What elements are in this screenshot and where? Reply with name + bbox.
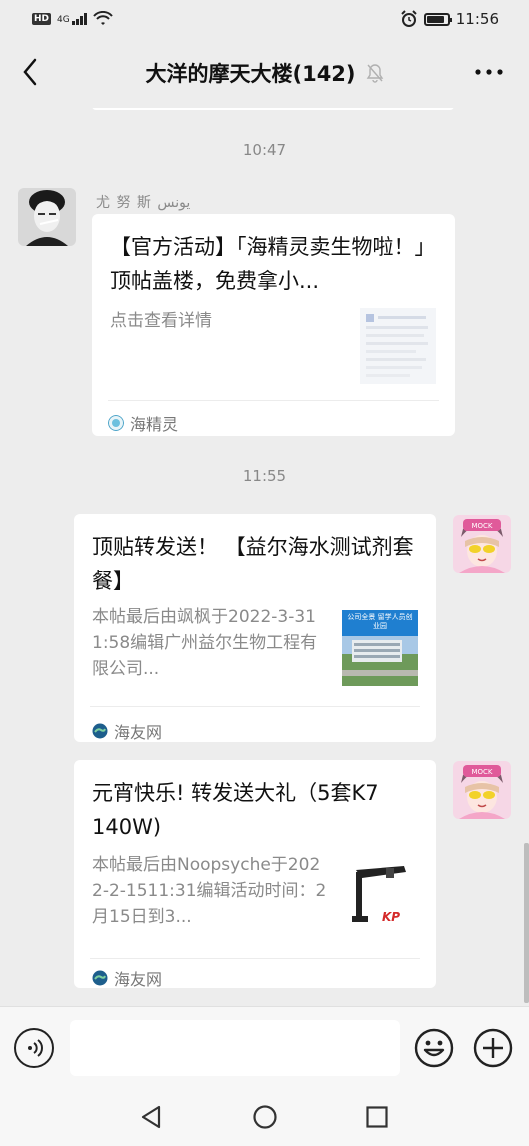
svg-text:MOCK: MOCK <box>471 768 492 776</box>
card-title: 元宵快乐! 转发送大礼（5套K7 140W) <box>92 781 379 839</box>
thumb-brand: KP <box>382 910 401 924</box>
status-bar: HD 4G 11:56 <box>0 0 529 38</box>
timestamp: 10:47 <box>242 141 287 159</box>
card-thumbnail: 公司全景 留学人员创业园 <box>342 610 418 686</box>
battery-icon <box>423 12 452 26</box>
back-button[interactable] <box>14 56 46 88</box>
thumb-caption: 公司全景 留学人员创业园 <box>347 613 413 630</box>
more-button[interactable] <box>471 58 507 86</box>
card-source-name: 海友网 <box>114 723 163 742</box>
card-divider <box>108 400 439 401</box>
wifi-icon <box>92 11 113 25</box>
system-nav-bar <box>0 1088 529 1146</box>
title-wrap: 大洋的摩天大楼(142) <box>145 58 383 88</box>
voice-button[interactable] <box>14 1028 54 1068</box>
avatar[interactable] <box>18 188 76 246</box>
card-source-name: 海友网 <box>114 970 163 989</box>
recent-apps-icon[interactable] <box>362 1102 392 1132</box>
scrollbar[interactable] <box>524 843 529 1003</box>
chat-header: 大洋的摩天大楼(142) <box>0 38 529 108</box>
chat-title: 大洋的摩天大楼(142) <box>145 62 356 86</box>
input-bar <box>0 1006 529 1088</box>
link-card[interactable]: 【官方活动】「海精灵卖生物啦！」顶帖盖楼，免费拿小... 点击查看详情 海精灵 <box>92 214 455 436</box>
timestamp: 11:55 <box>242 467 287 485</box>
globe-icon <box>92 970 108 986</box>
avatar[interactable]: MOCK <box>453 515 511 573</box>
card-source: 海友网 <box>92 719 162 743</box>
network-type: 4G <box>57 15 70 25</box>
card-divider <box>90 958 420 959</box>
chat-area[interactable]: 10:47 尤 努 斯 يونس 【官方活动】「海精灵卖生物啦！」顶帖盖楼，免费… <box>0 108 529 1006</box>
previous-message-card[interactable] <box>92 108 454 110</box>
card-source: 海友网 <box>92 966 162 990</box>
globe-icon <box>92 723 108 739</box>
status-left: HD 4G <box>32 11 113 27</box>
sea-elf-icon <box>108 415 124 431</box>
card-source-name: 海精灵 <box>130 415 179 434</box>
sender-name: 尤 努 斯 يونس <box>96 195 191 211</box>
emoji-icon[interactable] <box>414 1028 454 1068</box>
bell-off-icon <box>366 64 383 83</box>
svg-text:MOCK: MOCK <box>471 522 492 530</box>
message-input[interactable] <box>70 1020 400 1076</box>
cellular-signal-icon: 4G <box>57 13 87 25</box>
hd-badge: HD <box>32 13 52 25</box>
card-title: 【官方活动】「海精灵卖生物啦！」顶帖盖楼，免费拿小... <box>110 235 436 293</box>
back-triangle-icon[interactable] <box>137 1102 167 1132</box>
chevron-left-icon <box>23 58 37 86</box>
home-circle-icon[interactable] <box>250 1102 280 1132</box>
card-thumbnail <box>360 308 436 384</box>
card-desc: 本帖最后由Noopsyche于2022-2-1511:31编辑活动时间：2月15… <box>92 855 327 927</box>
card-thumbnail: KP <box>342 858 418 934</box>
status-time: 11:56 <box>455 10 499 28</box>
voice-icon <box>28 1039 43 1057</box>
more-icon <box>475 69 503 75</box>
link-card[interactable]: 元宵快乐! 转发送大礼（5套K7 140W) 本帖最后由Noopsyche于20… <box>74 760 436 990</box>
status-right: 11:56 <box>400 10 499 28</box>
card-desc: 本帖最后由飒枫于2022-3-311:58编辑广州益尔生物工程有限公司... <box>92 607 318 679</box>
card-divider <box>90 706 420 707</box>
avatar[interactable]: MOCK <box>453 761 511 819</box>
alarm-icon <box>401 10 417 27</box>
card-desc: 点击查看详情 <box>110 311 212 331</box>
card-title: 顶贴转发送！ 【益尔海水测试剂套餐】 <box>92 535 414 593</box>
link-card[interactable]: 顶贴转发送！ 【益尔海水测试剂套餐】 本帖最后由飒枫于2022-3-311:58… <box>74 514 436 742</box>
card-source: 海精灵 <box>108 411 178 435</box>
plus-icon[interactable] <box>473 1028 513 1068</box>
